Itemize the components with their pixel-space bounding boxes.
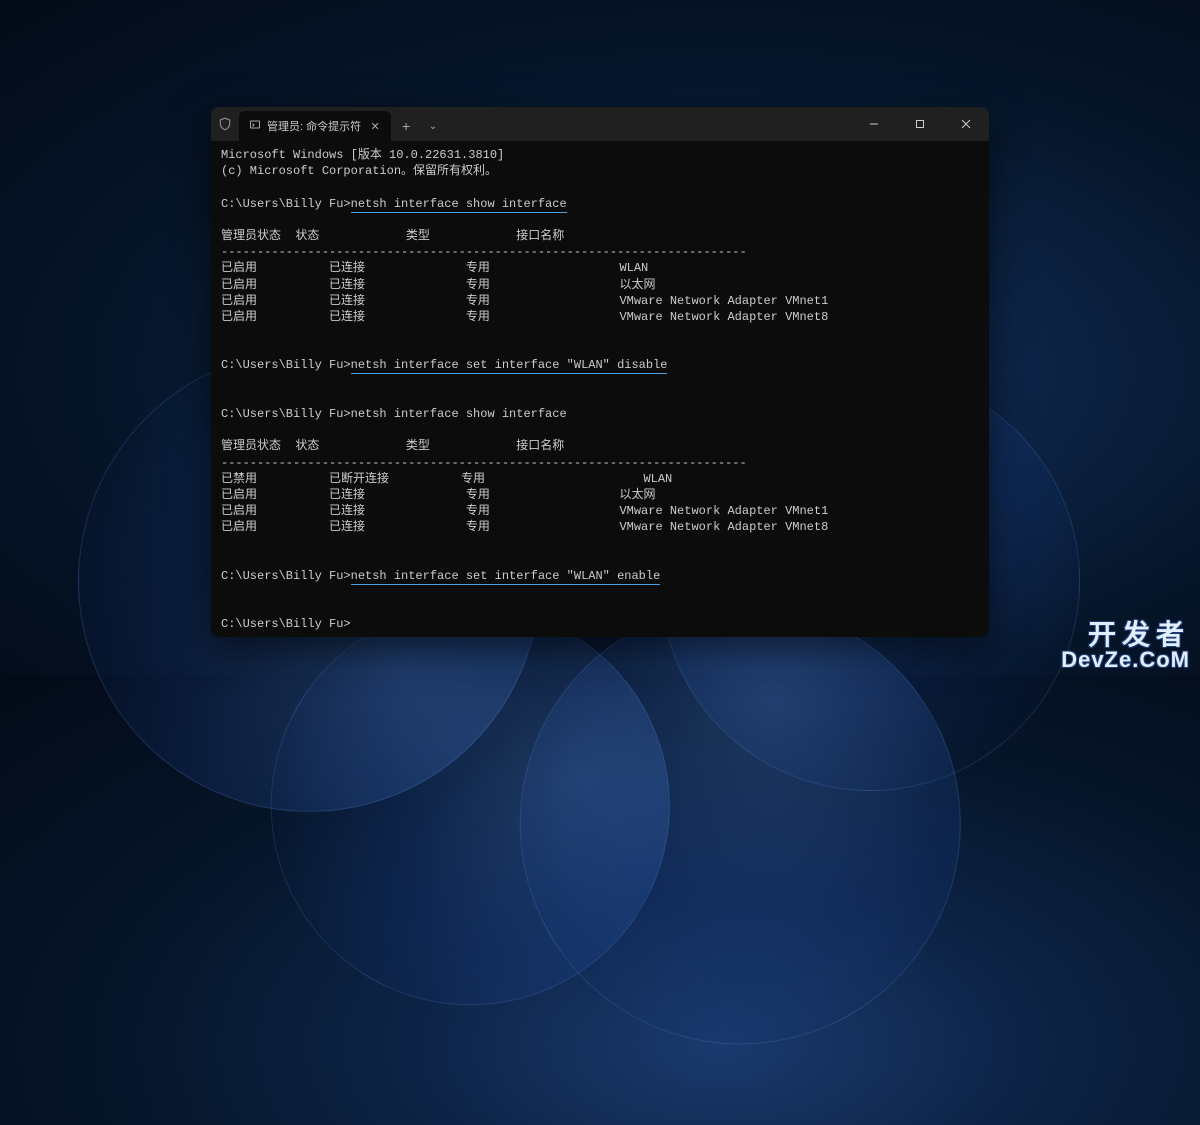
tab-title: 管理员: 命令提示符	[267, 118, 361, 134]
tab-active[interactable]: 管理员: 命令提示符 ✕	[239, 111, 391, 141]
new-tab-button[interactable]: +	[391, 111, 421, 141]
terminal-window: 管理员: 命令提示符 ✕ + ⌄ Microsoft Windows [版本 1…	[211, 107, 989, 637]
tab-close-button[interactable]: ✕	[367, 118, 383, 134]
minimize-button[interactable]	[851, 107, 897, 141]
maximize-button[interactable]	[897, 107, 943, 141]
tab-dropdown-button[interactable]: ⌄	[421, 111, 445, 141]
terminal-icon	[249, 119, 261, 134]
window-titlebar[interactable]: 管理员: 命令提示符 ✕ + ⌄	[211, 107, 989, 141]
shield-icon	[211, 107, 239, 141]
titlebar-drag-area[interactable]	[445, 107, 851, 141]
terminal-output[interactable]: Microsoft Windows [版本 10.0.22631.3810] (…	[211, 141, 989, 637]
watermark-line2: DevZe.CoM	[1061, 649, 1190, 671]
close-window-button[interactable]	[943, 107, 989, 141]
watermark-line1: 开发者	[1061, 621, 1190, 649]
watermark: 开发者 DevZe.CoM	[1061, 621, 1190, 671]
